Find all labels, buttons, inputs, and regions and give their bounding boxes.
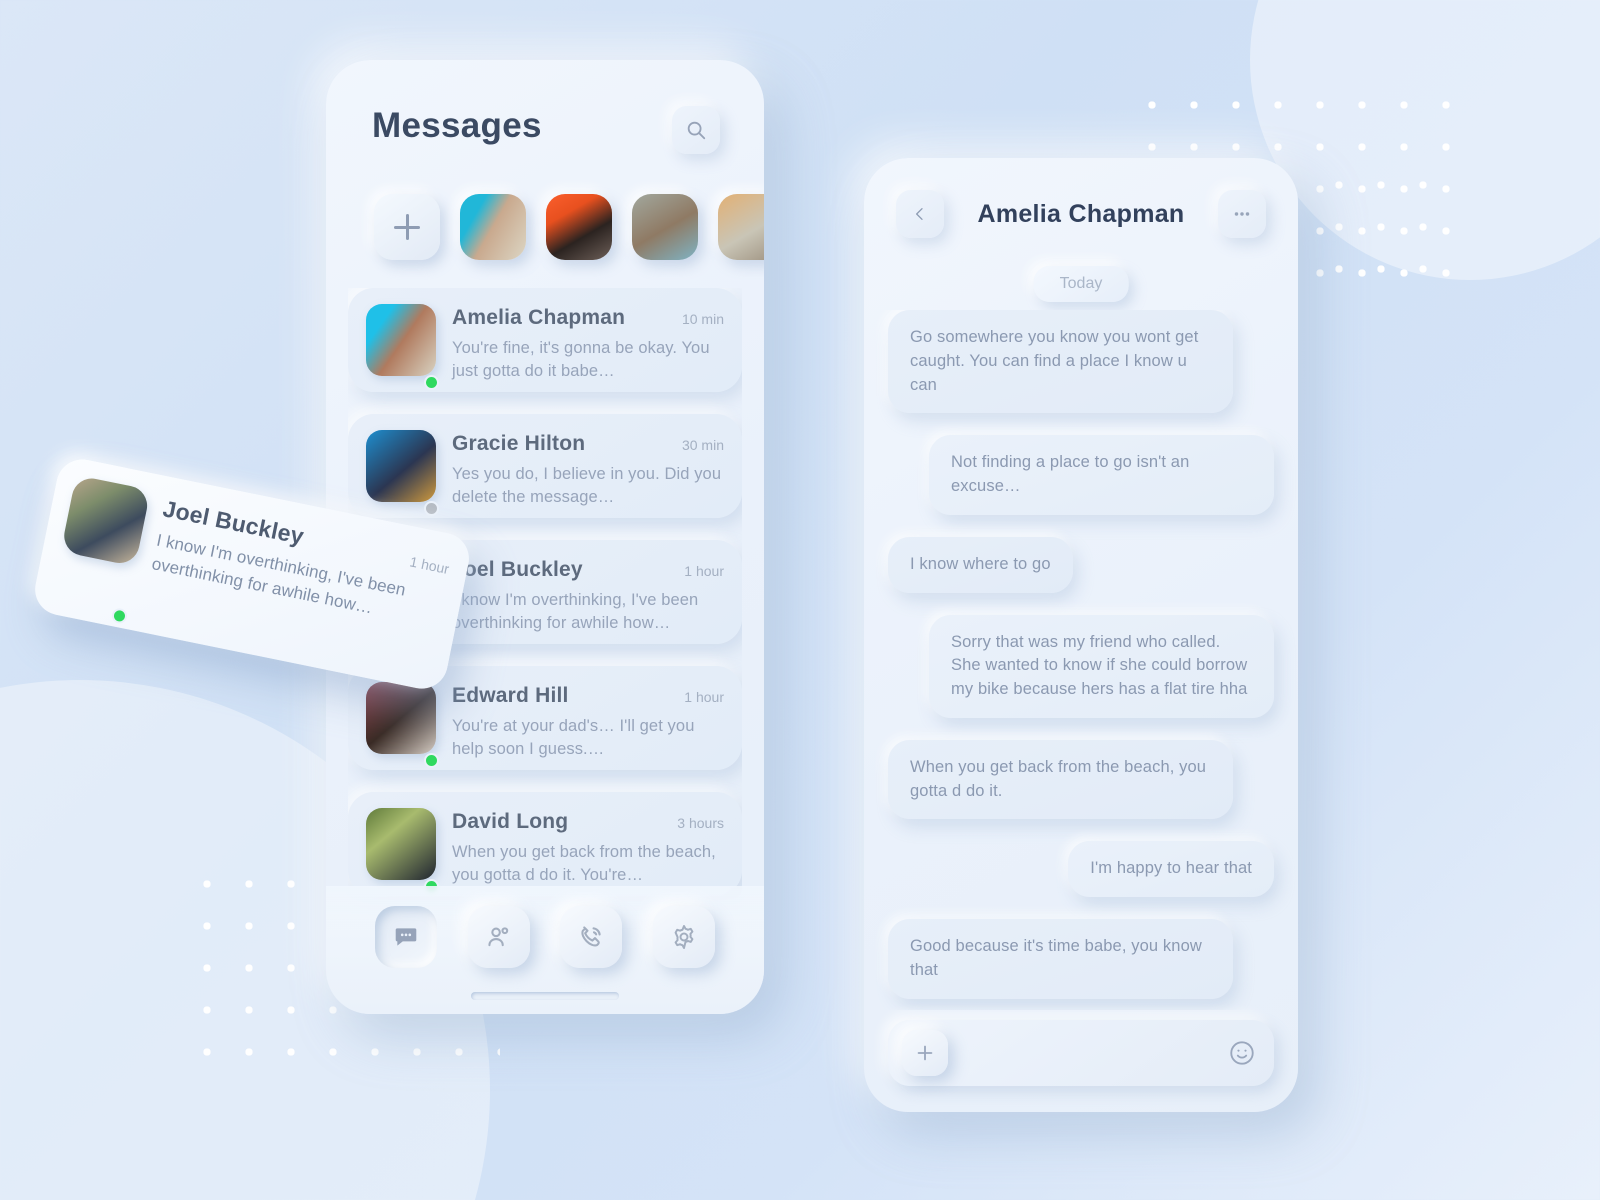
- timestamp: 1 hour: [684, 563, 724, 579]
- list-item[interactable]: I know where to go: [888, 536, 1274, 593]
- chat-bubble-icon: [395, 928, 417, 946]
- story-avatar: [546, 194, 612, 260]
- message-preview: I know I'm overthinking, I've been overt…: [452, 591, 699, 633]
- dot-grid-middle-right: [1312, 158, 1452, 298]
- avatar: [366, 430, 439, 518]
- timestamp: 1 hour: [684, 689, 724, 705]
- story-avatar: [632, 194, 698, 260]
- table-row[interactable]: Gracie Hilton 30 min Yes you do, I belie…: [348, 414, 742, 518]
- timestamp: 10 min: [681, 311, 724, 327]
- timestamp: 30 min: [681, 437, 724, 453]
- message-bubble: Sorry that was my friend who called. She…: [929, 614, 1274, 718]
- smiley-icon: [1230, 1041, 1254, 1065]
- message-composer: [888, 1020, 1274, 1086]
- back-button[interactable]: [896, 190, 944, 238]
- story-avatar: [460, 194, 526, 260]
- list-item[interactable]: When you get back from the beach, you go…: [888, 739, 1274, 820]
- message-preview: You're fine, it's gonna be okay. You jus…: [452, 339, 710, 381]
- message-preview: You're at your dad's… I'll get you help …: [452, 717, 695, 759]
- home-indicator: [471, 992, 619, 1000]
- avatar: [48, 474, 151, 628]
- list-item[interactable]: Not finding a place to go isn't an excus…: [888, 435, 1274, 515]
- list-item[interactable]: I'm happy to hear that: [888, 841, 1274, 897]
- status-badge: [424, 501, 439, 516]
- story-avatar: [718, 194, 764, 260]
- plus-icon: [917, 1045, 933, 1061]
- page-title: Messages: [372, 106, 542, 145]
- nav-calls-button[interactable]: [560, 906, 623, 968]
- attach-button[interactable]: [902, 1030, 948, 1076]
- stories-row[interactable]: [352, 184, 764, 270]
- chat-phone-screen: Amelia Chapman Today Go somewhere you kn…: [864, 158, 1298, 1112]
- message-preview: When you get back from the beach, you go…: [452, 843, 716, 885]
- table-row[interactable]: David Long 3 hours When you get back fro…: [348, 792, 742, 896]
- more-horizontal-icon: [1234, 212, 1250, 216]
- nav-contacts-button[interactable]: [467, 906, 530, 968]
- timestamp: 1 hour: [408, 553, 451, 578]
- contact-name: David Long: [452, 810, 569, 833]
- message-bubble: I know where to go: [888, 536, 1073, 593]
- people-icon: [488, 927, 508, 947]
- message-bubble: When you get back from the beach, you go…: [888, 739, 1233, 820]
- contact-name: Edward Hill: [452, 684, 569, 707]
- avatar: [366, 304, 439, 392]
- more-options-button[interactable]: [1217, 190, 1266, 238]
- message-bubble: I'm happy to hear that: [1068, 841, 1274, 897]
- status-badge: [424, 753, 439, 768]
- plus-icon: [394, 214, 420, 240]
- search-button[interactable]: [672, 106, 720, 154]
- search-icon: [687, 121, 706, 140]
- day-divider: Today: [1033, 266, 1129, 302]
- contact-name: Amelia Chapman: [452, 306, 626, 329]
- nav-chat-button[interactable]: [375, 906, 438, 968]
- table-row[interactable]: Amelia Chapman 10 min You're fine, it's …: [348, 288, 742, 392]
- timestamp: 3 hours: [677, 815, 724, 831]
- avatar: [366, 808, 439, 896]
- list-item[interactable]: Good because it's time babe, you know th…: [888, 919, 1274, 999]
- page-title: Amelia Chapman: [977, 199, 1185, 228]
- message-bubble: Good because it's time babe, you know th…: [888, 919, 1233, 999]
- message-preview: Yes you do, I believe in you. Did you de…: [452, 465, 722, 507]
- avatar: [366, 682, 439, 770]
- emoji-button[interactable]: [1228, 1039, 1256, 1067]
- contact-name: Gracie Hilton: [452, 432, 586, 455]
- phone-icon: [581, 926, 601, 947]
- status-badge: [110, 607, 129, 625]
- contact-name: Joel Buckley: [452, 558, 583, 581]
- message-bubble: Not finding a place to go isn't an excus…: [929, 435, 1274, 515]
- story-item[interactable]: [546, 194, 612, 260]
- add-story-button[interactable]: [374, 194, 440, 260]
- message-bubble: Go somewhere you know you wont get caugh…: [888, 310, 1233, 414]
- chat-header: Amelia Chapman: [864, 158, 1298, 270]
- chevron-left-icon: [916, 208, 923, 220]
- list-item[interactable]: Go somewhere you know you wont get caugh…: [888, 310, 1274, 414]
- status-badge: [424, 375, 439, 390]
- nav-settings-button[interactable]: [652, 906, 715, 968]
- story-item[interactable]: [632, 194, 698, 260]
- list-item[interactable]: Sorry that was my friend who called. She…: [888, 614, 1274, 718]
- gear-icon: [674, 925, 694, 949]
- message-thread[interactable]: Go somewhere you know you wont get caugh…: [864, 310, 1298, 1010]
- story-item[interactable]: [718, 194, 764, 260]
- message-input[interactable]: [948, 1044, 1228, 1062]
- story-item[interactable]: [460, 194, 526, 260]
